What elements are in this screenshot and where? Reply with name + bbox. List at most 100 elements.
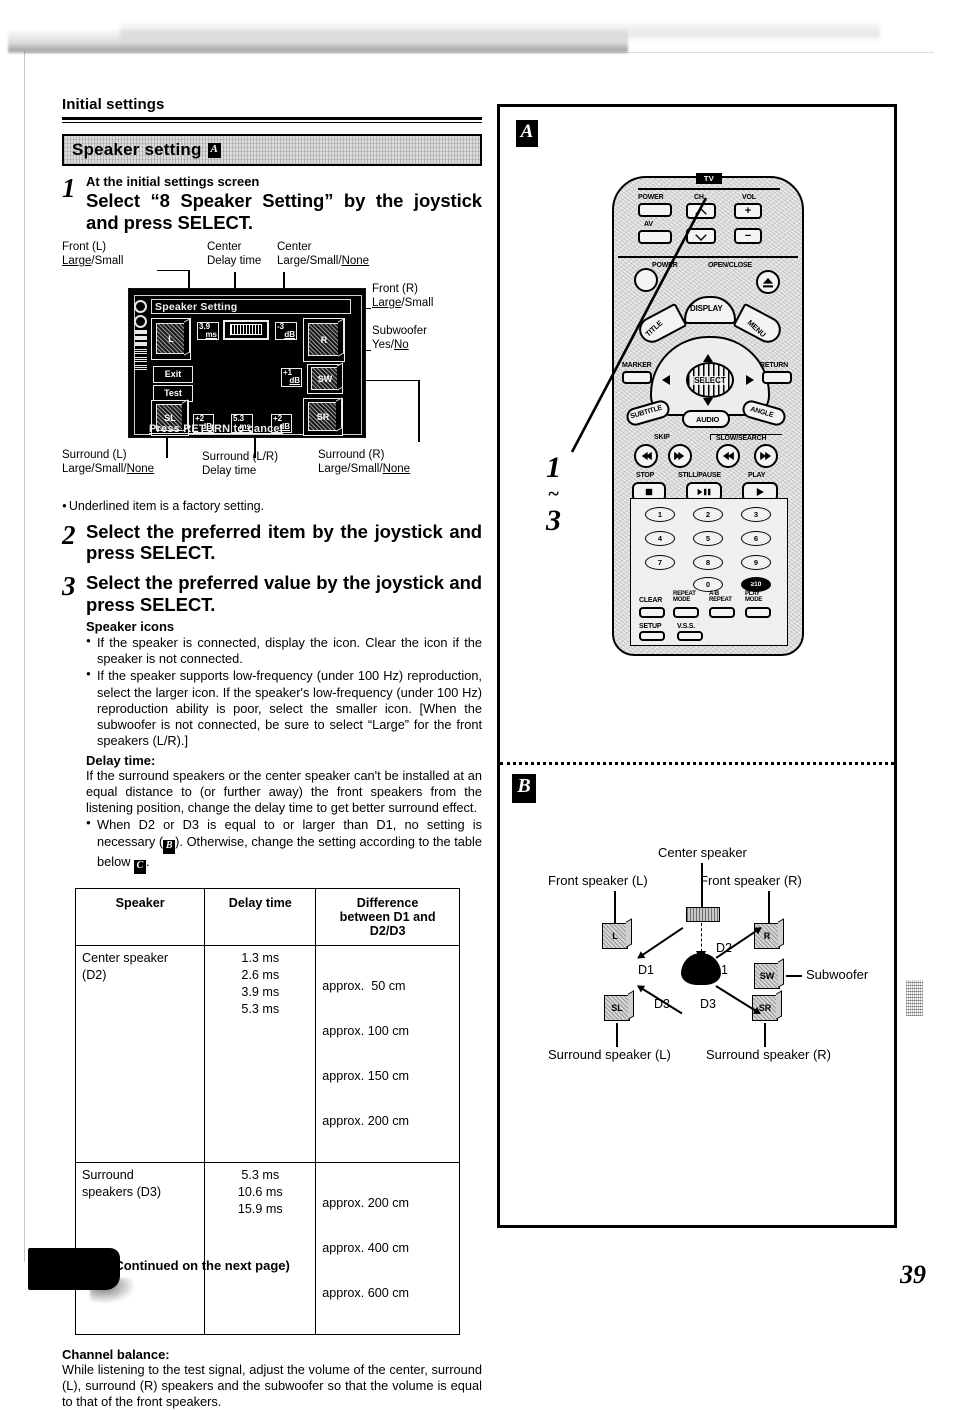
table-header-speaker: Speaker (74, 887, 206, 946)
remote-key-6[interactable]: 6 (741, 531, 771, 546)
reference-badge-a: A (207, 142, 221, 158)
remote-key-power-tv[interactable] (638, 203, 672, 217)
remote-key-skip-back[interactable] (634, 444, 658, 468)
step-1-number: 1 (62, 173, 76, 203)
delay-time-paragraph: If the surround speakers or the center s… (86, 767, 482, 816)
step-1-subtitle: At the initial settings screen (86, 174, 260, 189)
layout-arrow-d1-left (637, 926, 684, 959)
panel-label-a: A (516, 120, 538, 147)
speaker-layout-diagram: Center speaker Front speaker (L) Front s… (540, 845, 870, 1075)
remote-key-5[interactable]: 5 (693, 531, 723, 546)
remote-label-setup: SETUP (639, 623, 662, 630)
scan-artifact-corner-blot (28, 1248, 120, 1290)
step-1-text: Select “8 Speaker Setting” by the joysti… (86, 190, 482, 233)
eject-icon (763, 277, 773, 288)
remote-key-open-close[interactable] (756, 270, 780, 294)
step-range-indicator: 1 ~ 3 (546, 451, 561, 537)
chevron-up-icon (695, 208, 707, 215)
remote-key-vss[interactable] (677, 631, 703, 641)
step-1: 1 At the initial settings screen Select … (62, 174, 482, 234)
page-edge-line-top (24, 52, 934, 53)
remote-key-4[interactable]: 4 (645, 531, 675, 546)
osd-screen-inner: Speaker Setting L 3.9 ms -3 dB R Exit Te… (134, 294, 362, 436)
osd-subwoofer-db-value[interactable]: +1 dB (281, 367, 302, 387)
remote-label-ch: CH (694, 194, 704, 201)
speaker-cube-icon: SW (311, 367, 339, 391)
remote-key-vol-down[interactable]: − (734, 228, 762, 244)
table-cell-delay: 5.3 ms 10.6 ms 15.9 ms (204, 1161, 317, 1335)
remote-key-ch-up[interactable] (686, 203, 716, 219)
remote-key-ch-down[interactable] (686, 228, 716, 244)
step-3: 3 Select the preferred value by the joys… (62, 571, 482, 874)
manual-page: Initial settings Speaker setting A 1 At … (0, 0, 954, 1409)
reference-badge-c: C (134, 859, 146, 874)
layout-distance-d2: D2 (716, 941, 732, 955)
osd-strip-block (134, 355, 147, 362)
remote-key-slow-back[interactable] (716, 444, 740, 468)
remote-label-power: POWER (652, 262, 678, 269)
layout-leader-surround-r (764, 1023, 766, 1047)
callout-center-delay: Center Delay time (207, 240, 262, 267)
leader-front-l-h (157, 269, 189, 272)
speaker-icons-bullets: If the speaker is connected, display the… (86, 635, 482, 750)
osd-speaker-front-r[interactable]: R (303, 317, 345, 362)
remote-key-slow-forward[interactable] (754, 444, 778, 468)
step-2-number: 2 (62, 519, 76, 550)
remote-key-play-mode[interactable] (745, 607, 771, 618)
remote-key-power[interactable] (634, 268, 658, 292)
remote-key-0[interactable]: 0 (693, 577, 723, 592)
remote-dpad-arrows (662, 354, 754, 406)
title-rule-thick (62, 117, 482, 120)
remote-label-power-tv: POWER (638, 194, 664, 201)
continued-note: (Continued on the next page) (110, 1258, 290, 1273)
osd-center-db-value[interactable]: -3 dB (275, 321, 297, 340)
remote-key-7[interactable]: 7 (645, 555, 675, 570)
layout-leader-front-r (768, 891, 770, 923)
page-number: 39 (900, 1260, 926, 1289)
osd-center-delay-value[interactable]: 3.9 ms (197, 321, 219, 340)
osd-exit-button[interactable]: Exit (153, 365, 193, 383)
layout-subwoofer-icon: SW (754, 963, 780, 989)
remote-key-ab-repeat[interactable] (709, 607, 735, 618)
osd-strip-dot (134, 314, 147, 328)
remote-key-setup[interactable] (639, 631, 665, 641)
layout-distance-d3-right: D3 (700, 997, 716, 1011)
remote-section-divider (618, 256, 798, 258)
remote-key-1[interactable]: 1 (645, 507, 675, 522)
scan-artifact-smudge-secondary (120, 20, 880, 40)
remote-key-8[interactable]: 8 (693, 555, 723, 570)
remote-key-vol-up[interactable]: + (734, 203, 762, 219)
remote-key-2[interactable]: 2 (693, 507, 723, 522)
remote-key-av[interactable] (638, 230, 672, 244)
step-3-number: 3 (62, 571, 76, 602)
remote-label-return: RETURN (760, 362, 788, 369)
osd-speaker-surround-r[interactable]: SR (303, 397, 343, 436)
remote-key-return[interactable] (762, 371, 792, 384)
factory-setting-note: Underlined item is a factory setting. (62, 499, 482, 513)
table-header-row: Speaker Delay time Difference between D1… (74, 887, 460, 946)
chevron-down-icon (695, 234, 707, 241)
remote-key-marker[interactable] (622, 371, 652, 384)
remote-key-repeat-mode[interactable] (673, 607, 699, 618)
osd-speaker-subwoofer[interactable]: SW (307, 363, 343, 394)
remote-key-over-ten[interactable]: ≥10 (741, 577, 771, 592)
channel-balance-paragraph: While listening to the test signal, adju… (62, 1361, 482, 1410)
osd-speaker-front-l[interactable]: L (151, 317, 191, 360)
callout-surround-r: Surround (R) Large/Small/None (318, 448, 411, 475)
layout-leader-surround-l (616, 1023, 618, 1047)
table-cell-delay: 1.3 ms 2.6 ms 3.9 ms 5.3 ms (204, 944, 317, 1163)
table-row: Surround speakers (D3) 5.3 ms 10.6 ms 15… (74, 1161, 460, 1335)
remote-key-clear[interactable] (639, 607, 665, 618)
remote-key-skip-forward[interactable] (668, 444, 692, 468)
layout-label-surround-l: Surround speaker (L) (548, 1047, 671, 1062)
remote-label-audio: AUDIO (696, 415, 720, 424)
skip-back-icon (641, 451, 652, 461)
osd-speaker-center[interactable] (223, 319, 269, 340)
delay-time-bullet: When D2 or D3 is equal to or larger than… (86, 817, 482, 874)
section-heading-label: Speaker setting (72, 140, 202, 159)
table-row: Center speaker (D2) 1.3 ms 2.6 ms 3.9 ms… (74, 944, 460, 1163)
layout-label-surround-r: Surround speaker (R) (706, 1047, 831, 1062)
remote-key-3[interactable]: 3 (741, 507, 771, 522)
remote-key-9[interactable]: 9 (741, 555, 771, 570)
osd-strip-bar (134, 335, 147, 340)
